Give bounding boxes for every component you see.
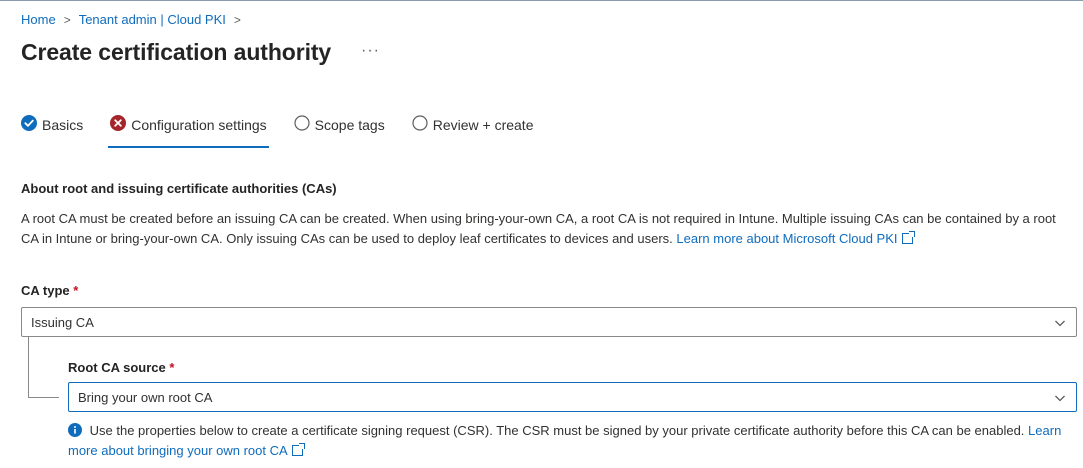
root-ca-source-value: Bring your own root CA (78, 389, 213, 405)
learn-more-cloud-pki-link[interactable]: Learn more about Microsoft Cloud PKI (676, 231, 915, 246)
tab-basics[interactable]: Basics (21, 115, 83, 150)
tab-review-create[interactable]: Review + create (412, 115, 534, 150)
breadcrumb-separator: > (63, 12, 71, 27)
required-marker: * (169, 360, 175, 375)
breadcrumb-cloud-pki-link[interactable]: Tenant admin | Cloud PKI (79, 12, 226, 27)
tab-basics-label: Basics (42, 117, 84, 133)
info-icon (68, 423, 82, 437)
chevron-down-icon (1055, 395, 1065, 402)
breadcrumb-separator: > (233, 12, 241, 27)
info-message: Use the properties below to create a cer… (68, 421, 1068, 461)
external-link-icon (901, 231, 915, 244)
root-ca-source-dropdown[interactable]: Bring your own root CA (68, 382, 1077, 412)
breadcrumb-home-link[interactable]: Home (21, 12, 56, 27)
external-link-icon (291, 443, 305, 456)
more-options-button[interactable]: ··· (361, 42, 380, 60)
required-marker: * (73, 283, 79, 298)
wizard-tabs: Basics Configuration settings Scope tags… (21, 115, 561, 151)
error-circle-icon (110, 115, 127, 131)
section-description: A root CA must be created before an issu… (21, 209, 1071, 249)
tab-scope-tags-label: Scope tags (314, 117, 385, 133)
section-heading: About root and issuing certificate autho… (21, 181, 337, 196)
root-ca-source-label: Root CA source * (68, 360, 175, 375)
tree-connector-vertical (28, 337, 29, 398)
tab-configuration-settings-label: Configuration settings (131, 117, 267, 133)
ca-type-label: CA type * (21, 283, 79, 298)
empty-circle-icon (412, 115, 428, 131)
empty-circle-icon (294, 115, 310, 131)
tree-connector-horizontal (28, 397, 59, 398)
page-title: Create certification authority (21, 39, 332, 65)
info-message-text: Use the properties below to create a cer… (89, 423, 1025, 438)
ca-type-value: Issuing CA (31, 314, 94, 330)
tab-scope-tags[interactable]: Scope tags (294, 115, 385, 150)
chevron-down-icon (1055, 320, 1065, 327)
breadcrumb: Home > Tenant admin | Cloud PKI > (21, 12, 249, 27)
checkmark-circle-icon (21, 115, 37, 131)
tab-configuration-settings[interactable]: Configuration settings (108, 115, 270, 150)
ca-type-dropdown[interactable]: Issuing CA (21, 307, 1077, 337)
tab-review-create-label: Review + create (432, 117, 534, 133)
